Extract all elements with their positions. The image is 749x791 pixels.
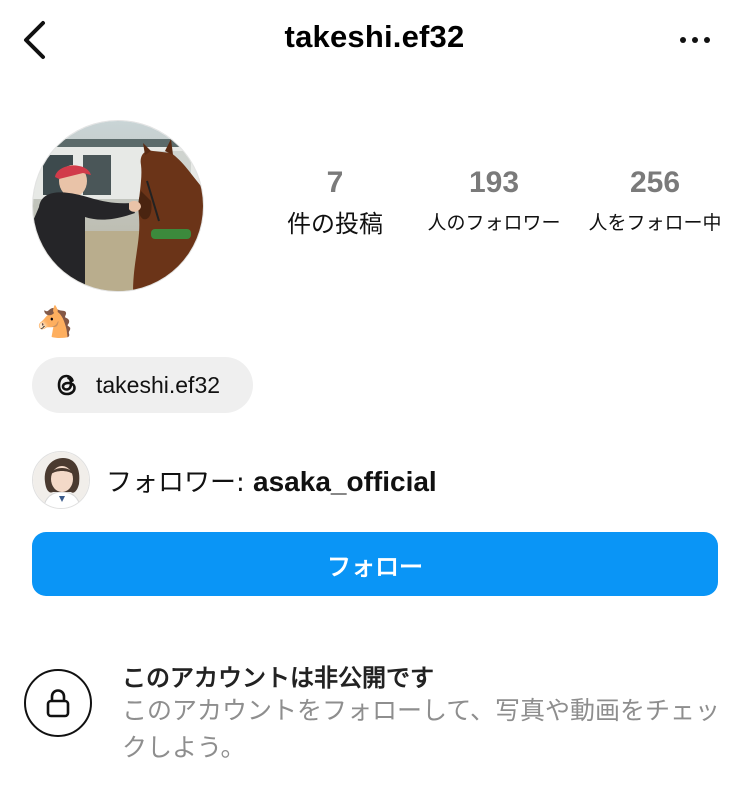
private-account-title: このアカウントは非公開です (122, 664, 434, 692)
bio-text: 🐴 (36, 305, 74, 340)
followers-count: 193 (468, 166, 520, 199)
mutual-follower-avatar[interactable] (32, 451, 90, 509)
followed-by-text[interactable]: フォロワー: asaka_official (106, 462, 437, 499)
followed-by-name: asaka_official (253, 466, 437, 497)
more-dot (692, 37, 698, 43)
posts-label: 件の投稿 (287, 210, 383, 238)
avatar-photo (33, 121, 203, 291)
follow-button[interactable]: フォロー (32, 532, 718, 596)
followers-label: 人のフォロワー (427, 212, 561, 234)
threads-profile-link[interactable]: takeshi.ef32 (32, 357, 253, 413)
lock-icon (46, 689, 70, 718)
mutual-avatar-photo (33, 452, 89, 508)
followed-by-prefix: フォロワー: (106, 468, 254, 498)
profile-username-title: takeshi.ef32 (284, 19, 465, 54)
more-dot (704, 37, 710, 43)
following-label: 人をフォロー中 (588, 212, 722, 234)
posts-count: 7 (326, 166, 344, 199)
following-stat[interactable]: 256 人をフォロー中 (580, 166, 730, 235)
more-options-button[interactable] (670, 25, 720, 55)
profile-avatar[interactable] (32, 120, 204, 292)
posts-stat: 7 件の投稿 (270, 166, 400, 239)
private-lock-badge (24, 669, 92, 737)
threads-username: takeshi.ef32 (96, 371, 221, 398)
private-account-description: このアカウントをフォローして、写真や動画をチェックしよう。 (122, 696, 721, 762)
following-count: 256 (629, 166, 681, 199)
followers-stat[interactable]: 193 人のフォロワー (420, 166, 568, 235)
more-horizontal-icon (680, 37, 686, 43)
threads-icon (52, 370, 82, 400)
